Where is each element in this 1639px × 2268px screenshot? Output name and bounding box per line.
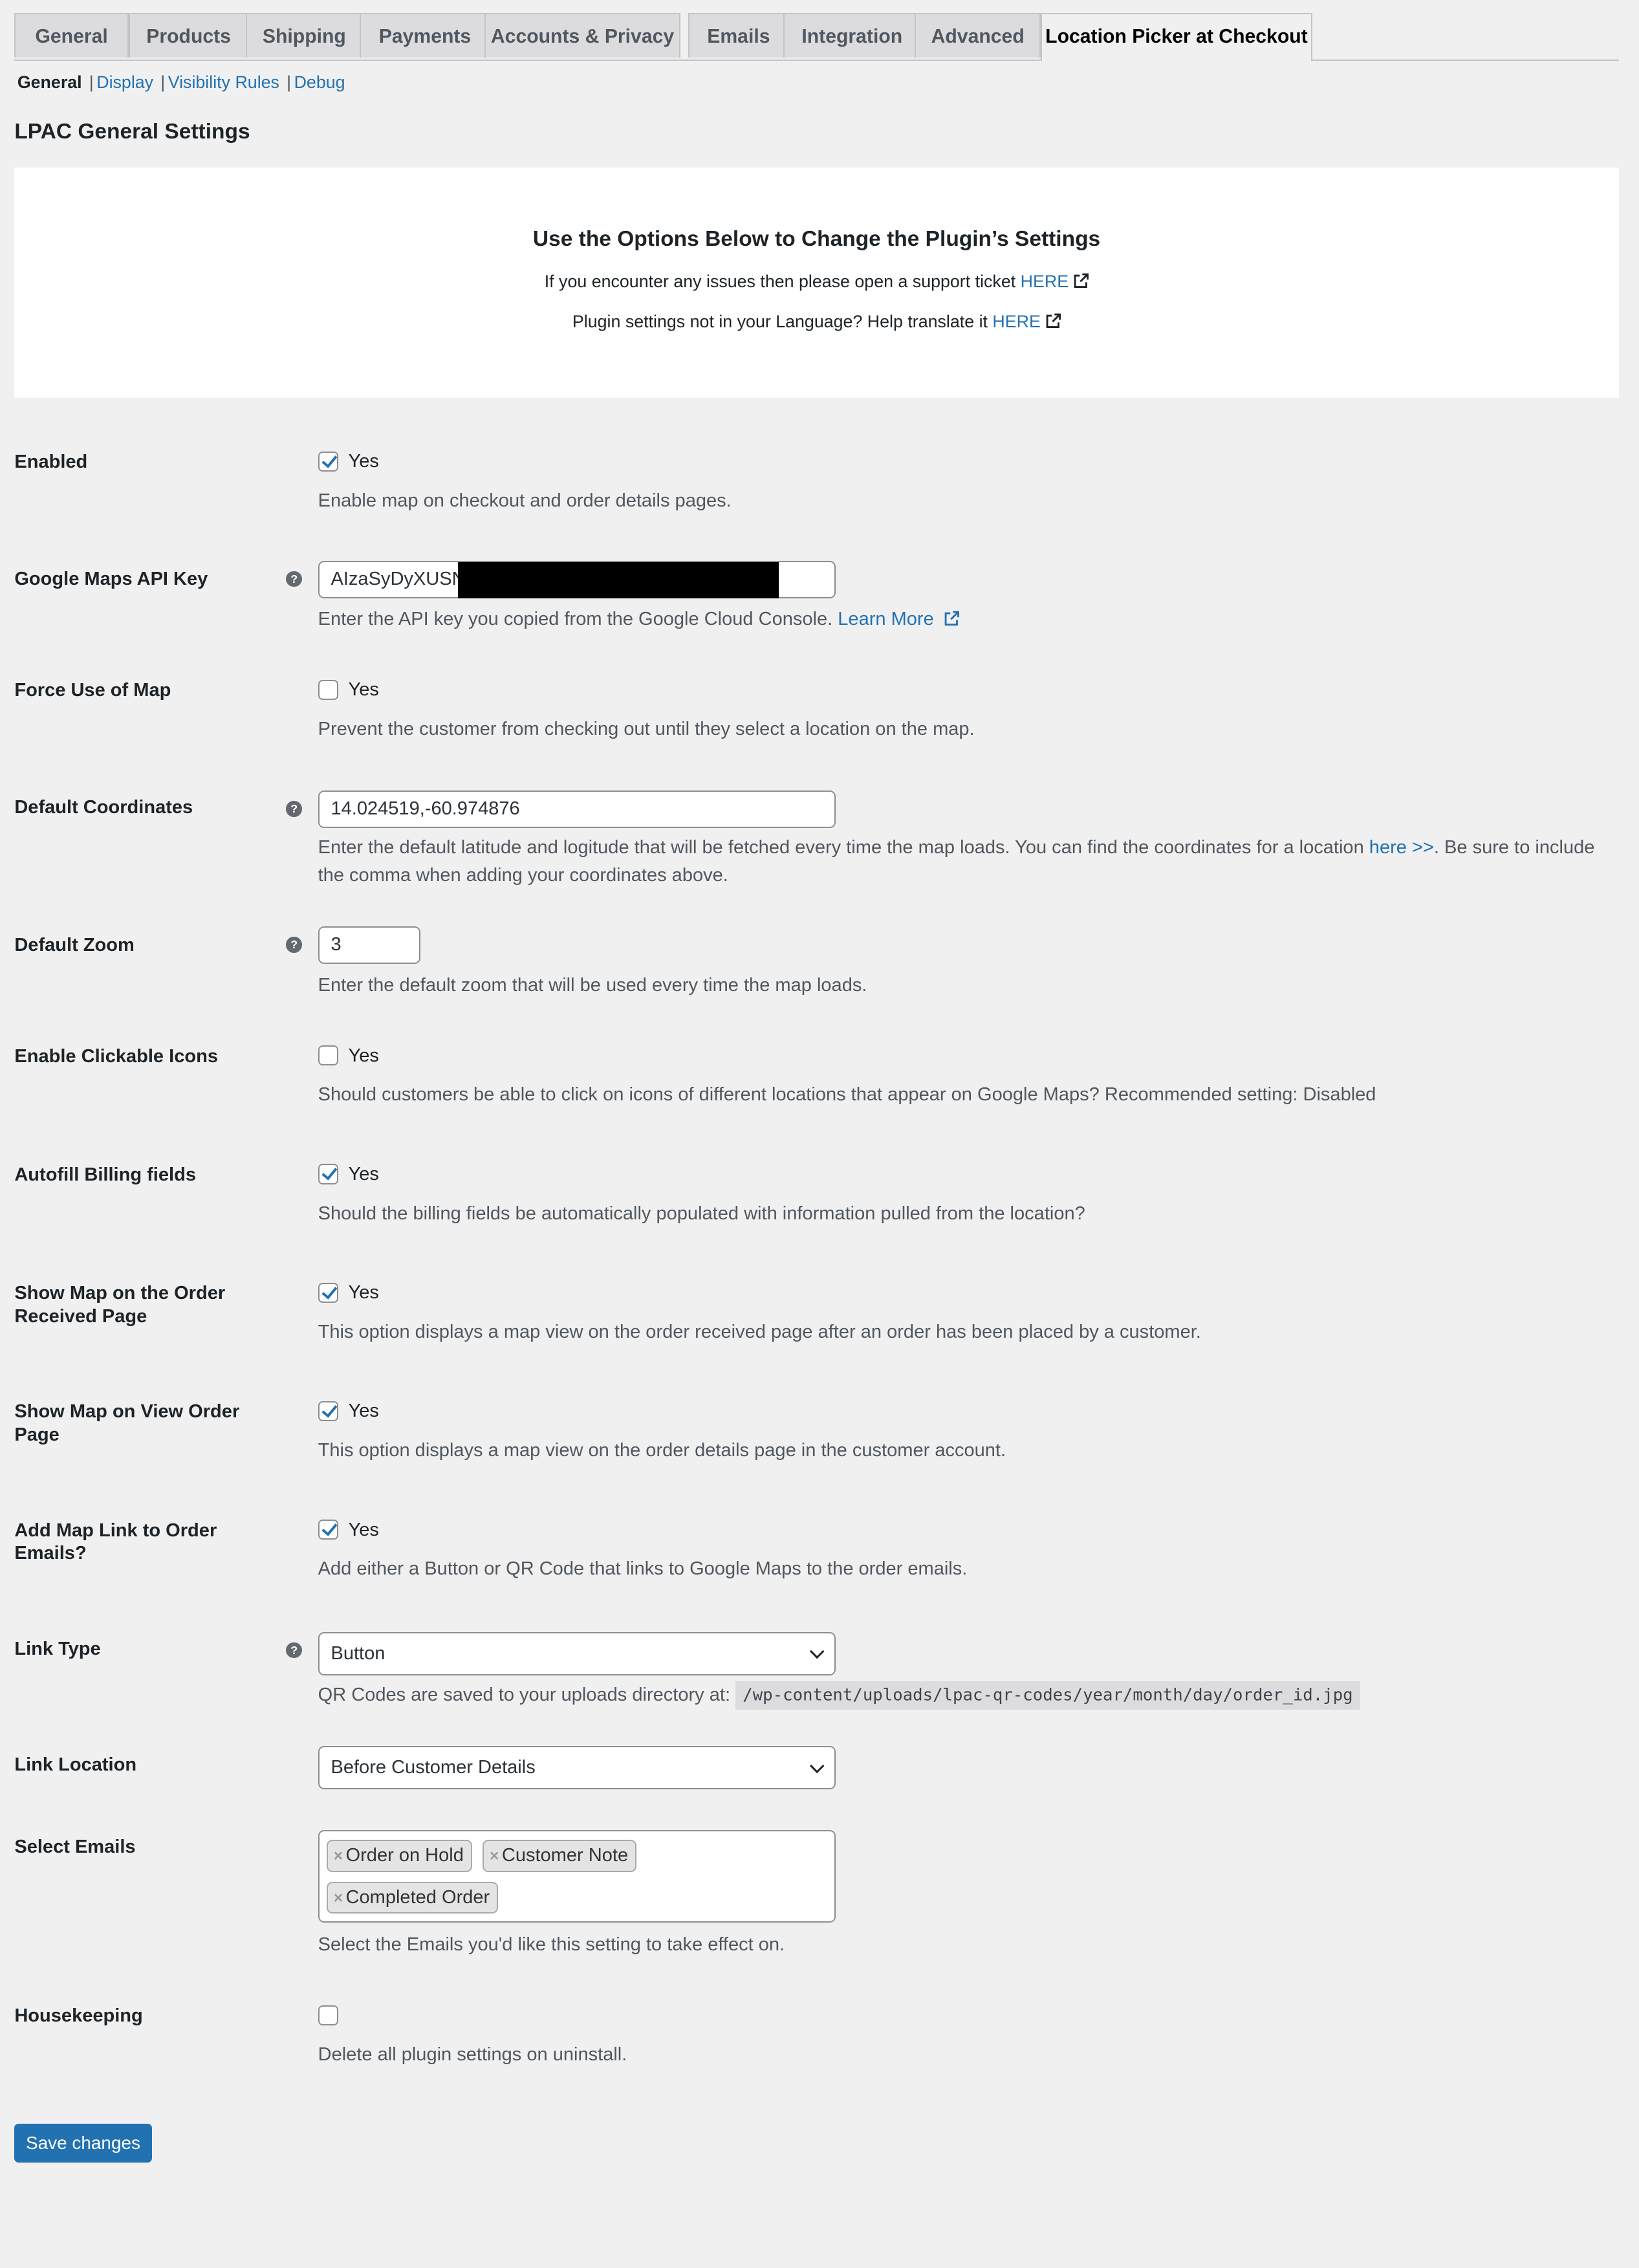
select-value: Button bbox=[331, 1642, 385, 1664]
setting-description: Delete all plugin settings on uninstall. bbox=[318, 2044, 627, 2066]
qr-path: /wp-content/uploads/lpac-qr-codes/year/m… bbox=[735, 1681, 1360, 1710]
setting-description: QR Codes are saved to your uploads direc… bbox=[318, 1681, 1619, 1710]
setting-label: Select Emails bbox=[14, 1836, 136, 1857]
info-banner: Use the Options Below to Change the Plug… bbox=[14, 168, 1619, 398]
desc-text: QR Codes are saved to your uploads direc… bbox=[318, 1684, 736, 1705]
setting-label: Link Location bbox=[14, 1754, 137, 1775]
zoom-input[interactable]: 3 bbox=[318, 926, 421, 965]
link-type-select[interactable]: Button bbox=[318, 1631, 836, 1675]
setting-label: Enabled bbox=[14, 452, 88, 473]
checkbox-label: Yes bbox=[348, 451, 379, 472]
email-chip[interactable]: × Customer Note bbox=[483, 1840, 637, 1872]
emails-multiselect[interactable]: × Order on Hold × Customer Note × Completed… bbox=[318, 1830, 836, 1923]
setting-label: Autofill Billing fields bbox=[14, 1164, 196, 1185]
external-link-icon bbox=[1074, 273, 1089, 288]
tab-advanced[interactable]: Advanced bbox=[915, 13, 1041, 58]
setting-label: Housekeeping bbox=[14, 2005, 143, 2027]
remove-icon[interactable]: × bbox=[334, 1890, 343, 1907]
checkbox-label: Yes bbox=[348, 1519, 379, 1540]
checkbox-label: Yes bbox=[348, 1401, 379, 1422]
map-link-checkbox[interactable] bbox=[318, 1519, 338, 1540]
subnav-debug[interactable]: Debug bbox=[294, 72, 345, 92]
chevron-down-icon bbox=[809, 1758, 825, 1774]
sub-navigation: General | Display | Visibility Rules | Debug bbox=[17, 72, 345, 92]
setting-description: Select the Emails you'd like this settin… bbox=[318, 1934, 785, 1956]
enabled-checkbox[interactable] bbox=[318, 451, 338, 472]
autofill-checkbox[interactable] bbox=[318, 1164, 338, 1184]
setting-label: Default Zoom bbox=[14, 934, 135, 955]
help-icon[interactable]: ? bbox=[286, 800, 303, 817]
save-changes-button[interactable]: Save changes bbox=[14, 2123, 152, 2163]
tab-integration[interactable]: Integration bbox=[783, 13, 921, 58]
checkbox-label: Yes bbox=[348, 1045, 379, 1066]
page-title: LPAC General Settings bbox=[14, 120, 250, 144]
tab-general[interactable]: General bbox=[14, 13, 129, 58]
checkbox-label: Yes bbox=[348, 1282, 379, 1303]
support-text: If you encounter any issues then please … bbox=[544, 272, 1021, 292]
checkbox-label: Yes bbox=[348, 679, 379, 701]
setting-label: Force Use of Map bbox=[14, 680, 171, 701]
chip-label: Customer Note bbox=[501, 1845, 629, 1866]
subnav-general[interactable]: General bbox=[17, 72, 82, 92]
api-key-input[interactable]: AIzaSyDyXUSN bbox=[318, 561, 836, 599]
tab-accounts-privacy[interactable]: Accounts & Privacy bbox=[484, 13, 681, 58]
checkbox-label: Yes bbox=[348, 1163, 379, 1184]
setting-description: Enable map on checkout and order details… bbox=[318, 490, 732, 512]
coordinates-input[interactable]: 14.024519,-60.974876 bbox=[318, 791, 836, 829]
setting-label: Add Map Link to Order Emails? bbox=[14, 1520, 217, 1564]
chevron-down-icon bbox=[809, 1644, 825, 1659]
force-map-checkbox[interactable] bbox=[318, 679, 338, 700]
select-value: Before Customer Details bbox=[331, 1757, 536, 1778]
setting-label: Link Type bbox=[14, 1638, 101, 1659]
view-order-map-checkbox[interactable] bbox=[318, 1401, 338, 1422]
settings-tabs: General Products Shipping Payments Accou… bbox=[14, 13, 1619, 61]
tab-payments[interactable]: Payments bbox=[360, 13, 490, 58]
email-chip[interactable]: × Completed Order bbox=[326, 1882, 499, 1914]
setting-description: Should customers be able to click on ico… bbox=[318, 1084, 1376, 1106]
subnav-visibility-rules[interactable]: Visibility Rules bbox=[168, 72, 279, 92]
setting-label: Google Maps API Key bbox=[14, 569, 208, 590]
setting-description: This option displays a map view on the o… bbox=[318, 1440, 1006, 1461]
help-icon[interactable]: ? bbox=[286, 937, 303, 953]
chip-label: Order on Hold bbox=[345, 1845, 464, 1866]
api-key-value: AIzaSyDyXUSN bbox=[331, 569, 466, 590]
setting-description: This option displays a map view on the o… bbox=[318, 1321, 1201, 1342]
chip-label: Completed Order bbox=[345, 1887, 490, 1908]
banner-heading: Use the Options Below to Change the Plug… bbox=[532, 226, 1101, 251]
setting-description: Prevent the customer from checking out u… bbox=[318, 719, 975, 740]
subnav-display[interactable]: Display bbox=[96, 72, 153, 92]
help-icon[interactable]: ? bbox=[286, 1642, 303, 1659]
tab-emails[interactable]: Emails bbox=[688, 13, 790, 58]
setting-label: Default Coordinates bbox=[14, 797, 193, 818]
setting-description: Enter the default latitude and logitude … bbox=[318, 834, 1619, 889]
tab-location-picker[interactable]: Location Picker at Checkout bbox=[1040, 13, 1312, 61]
link-location-select[interactable]: Before Customer Details bbox=[318, 1746, 836, 1790]
external-link-icon bbox=[1046, 313, 1061, 328]
clickable-icons-checkbox[interactable] bbox=[318, 1045, 338, 1066]
tab-shipping[interactable]: Shipping bbox=[245, 13, 363, 58]
redaction-bar bbox=[458, 562, 779, 598]
setting-description: Enter the default zoom that will be used… bbox=[318, 974, 867, 996]
support-link[interactable]: HERE bbox=[1021, 272, 1069, 291]
help-icon[interactable]: ? bbox=[286, 571, 303, 587]
setting-label: Show Map on the Order Received Page bbox=[14, 1283, 226, 1327]
translate-link[interactable]: HERE bbox=[992, 312, 1040, 331]
learn-more-link[interactable]: Learn More bbox=[838, 609, 939, 629]
desc-text: Enter the API key you copied from the Go… bbox=[318, 609, 838, 630]
coordinates-here-link[interactable]: here >> bbox=[1369, 837, 1434, 858]
remove-icon[interactable]: × bbox=[490, 1848, 499, 1865]
setting-description: Enter the API key you copied from the Go… bbox=[318, 605, 1619, 633]
setting-description: Should the billing fields be automatical… bbox=[318, 1203, 1085, 1224]
email-chip[interactable]: × Order on Hold bbox=[326, 1840, 473, 1872]
external-link-icon bbox=[944, 611, 959, 626]
tab-products[interactable]: Products bbox=[128, 13, 249, 58]
setting-label: Enable Clickable Icons bbox=[14, 1045, 218, 1067]
desc-text: Enter the default latitude and logitude … bbox=[318, 837, 1369, 858]
setting-description: Add either a Button or QR Code that link… bbox=[318, 1558, 968, 1580]
translate-text: Plugin settings not in your Language? He… bbox=[572, 312, 993, 332]
setting-label: Show Map on View Order Page bbox=[14, 1401, 240, 1446]
housekeeping-checkbox[interactable] bbox=[318, 2005, 338, 2026]
remove-icon[interactable]: × bbox=[334, 1848, 343, 1865]
order-received-map-checkbox[interactable] bbox=[318, 1282, 338, 1303]
